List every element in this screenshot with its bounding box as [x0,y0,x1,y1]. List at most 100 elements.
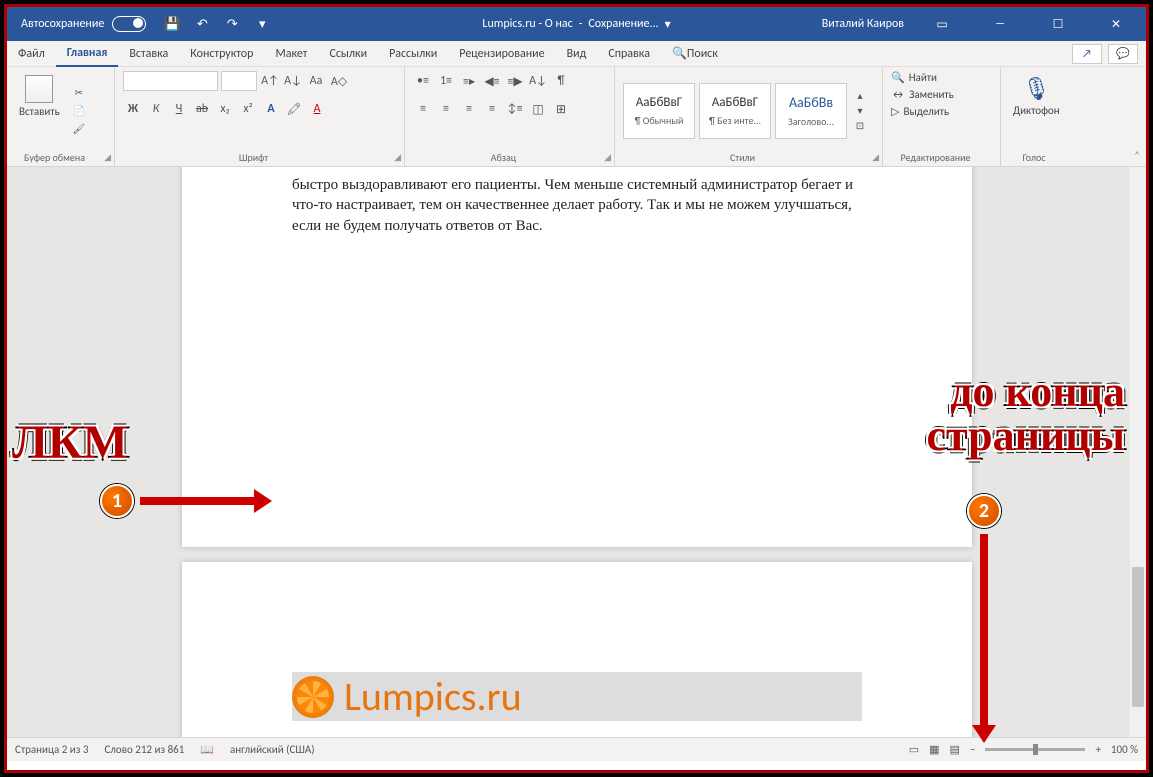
lumpics-logo-icon [292,676,334,718]
autosave-label: Автосохранение [21,17,104,31]
tab-design[interactable]: Конструктор [179,41,264,67]
group-styles-label: Стили [615,151,870,164]
autosave-toggle[interactable] [112,16,146,32]
increase-indent-icon[interactable]: ≡▶ [505,71,525,91]
change-case-icon[interactable]: Aa [306,71,326,91]
tab-review[interactable]: Рецензирование [448,41,555,67]
font-dialog-icon[interactable]: ◢ [394,152,401,163]
search-tab[interactable]: 🔍 Поиск [661,41,729,67]
copy-icon[interactable]: 📄 [70,104,88,118]
web-layout-icon[interactable]: ▤ [950,743,960,756]
arrow-1 [140,497,258,505]
format-painter-icon[interactable]: 🖌 [70,122,88,136]
zoom-out-icon[interactable]: − [970,743,975,756]
logo-block[interactable]: Lumpics.ru [292,672,862,721]
bold-button[interactable]: Ж [123,99,143,119]
borders-icon[interactable]: ⊞ [551,99,571,119]
highlight-icon[interactable]: 🖍 [284,99,304,119]
print-layout-icon[interactable]: ▦ [929,743,939,756]
share-button[interactable]: ↗ [1072,44,1102,64]
microphone-icon: 🎙 [1022,75,1050,102]
tab-insert[interactable]: Вставка [118,41,179,67]
tab-layout[interactable]: Макет [264,41,318,67]
read-mode-icon[interactable]: ▭ [909,743,919,756]
vertical-scrollbar[interactable] [1130,167,1146,737]
zoom-level[interactable]: 100 % [1111,743,1138,756]
language-indicator[interactable]: английский (США) [230,743,315,756]
ribbon-display-icon[interactable]: ▭ [922,7,962,41]
styles-more-icon[interactable]: ⊡ [851,119,869,133]
minimize-button[interactable]: ― [980,7,1020,41]
page-2: Lumpics.ru Мы — группа энтузиастов, одер… [182,562,972,737]
styles-up-icon[interactable]: ▴ [851,89,869,103]
clipboard-dialog-icon[interactable]: ◢ [104,152,111,163]
collapse-ribbon-icon[interactable]: ˄ [1134,149,1140,162]
underline-button[interactable]: Ч [169,99,189,119]
clear-format-icon[interactable]: A◇ [329,71,349,91]
font-color-icon[interactable]: A [307,99,327,119]
scroll-thumb[interactable] [1132,567,1144,707]
maximize-button[interactable]: ☐ [1038,7,1078,41]
grow-font-icon[interactable]: A↑ [260,71,280,91]
style-nospacing[interactable]: АаБбВвГ¶ Без инте... [699,83,771,139]
italic-button[interactable]: К [146,99,166,119]
decrease-indent-icon[interactable]: ◀≡ [482,71,502,91]
styles-down-icon[interactable]: ▾ [851,104,869,118]
sort-icon[interactable]: A↓ [528,71,548,91]
line-spacing-icon[interactable]: ↕≡ [505,99,525,119]
find-button[interactable]: 🔍Найти [891,71,954,84]
saving-status: Сохранение... [588,17,658,31]
font-size-select[interactable] [221,71,257,91]
title-dropdown-icon[interactable]: ▾ [665,17,671,32]
comments-button[interactable]: 💬 [1108,44,1138,64]
replace-button[interactable]: ↔Заменить [891,88,954,101]
tab-home[interactable]: Главная [56,41,119,67]
zoom-slider[interactable] [985,748,1085,751]
qat-dropdown-icon[interactable]: ▾ [254,16,270,32]
style-heading1[interactable]: АаБбВвЗаголово... [775,83,847,139]
justify-icon[interactable]: ≡ [482,99,502,119]
page-indicator[interactable]: Страница 2 из 3 [15,743,88,756]
save-icon[interactable]: 💾 [164,16,180,32]
tab-references[interactable]: Ссылки [318,41,378,67]
paste-button[interactable]: Вставить [15,71,64,150]
superscript-button[interactable]: x² [238,99,258,119]
paragraph-dialog-icon[interactable]: ◢ [604,152,611,163]
tab-view[interactable]: Вид [556,41,598,67]
strikethrough-button[interactable]: ab [192,99,212,119]
zoom-in-icon[interactable]: + [1095,743,1100,756]
style-normal[interactable]: АаБбВвГ¶ Обычный [623,83,695,139]
clipboard-icon [25,75,53,103]
page1-paragraph[interactable]: быстро выздоравливают его пациенты. Чем … [292,175,862,236]
shrink-font-icon[interactable]: A↓ [283,71,303,91]
styles-dialog-icon[interactable]: ◢ [872,152,879,163]
numbering-icon[interactable]: 1≡ [436,71,456,91]
multilevel-icon[interactable]: ≡▸ [459,71,479,91]
document-area[interactable]: быстро выздоравливают его пациенты. Чем … [7,167,1146,737]
align-right-icon[interactable]: ≡ [459,99,479,119]
close-button[interactable]: ✕ [1096,7,1136,41]
text-effects-icon[interactable]: A [261,99,281,119]
bullets-icon[interactable]: •≡ [413,71,433,91]
quick-access-toolbar: 💾 ↶ ↷ ▾ [164,16,270,32]
align-left-icon[interactable]: ≡ [413,99,433,119]
tab-file[interactable]: Файл [7,41,56,67]
dictate-button[interactable]: 🎙 Диктофон [1009,71,1064,150]
font-family-select[interactable] [123,71,218,91]
cut-icon[interactable]: ✂ [70,86,88,100]
subscript-button[interactable]: x₂ [215,99,235,119]
marker-1: 1 [100,484,134,518]
spellcheck-icon[interactable]: 📖 [200,743,214,756]
page-1: быстро выздоравливают его пациенты. Чем … [182,167,972,547]
undo-icon[interactable]: ↶ [194,16,210,32]
show-marks-icon[interactable]: ¶ [551,71,571,91]
shading-icon[interactable]: ◫ [528,99,548,119]
word-count[interactable]: Слово 212 из 861 [104,743,184,756]
replace-icon: ↔ [891,88,905,101]
tab-mailings[interactable]: Рассылки [378,41,448,67]
align-center-icon[interactable]: ≡ [436,99,456,119]
group-font-label: Шрифт [115,151,392,164]
redo-icon[interactable]: ↷ [224,16,240,32]
tab-help[interactable]: Справка [597,41,661,67]
select-button[interactable]: ▷Выделить [891,105,954,118]
